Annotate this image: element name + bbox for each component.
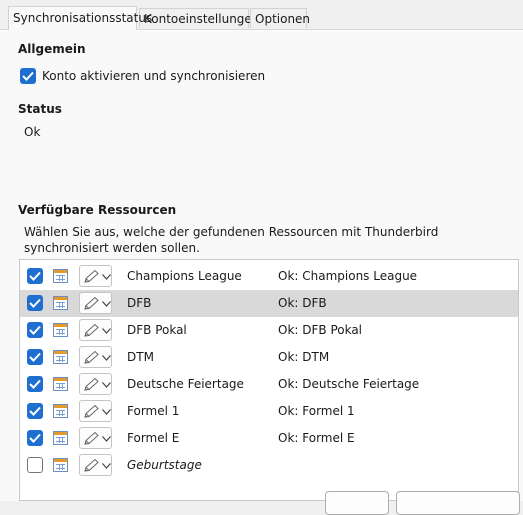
resource-checkbox[interactable] (27, 403, 43, 419)
tab-optionen[interactable]: Optionen (250, 8, 310, 28)
resource-name: Geburtstage (127, 458, 202, 472)
color-picker-button[interactable] (79, 319, 112, 341)
chevron-down-icon (102, 463, 111, 469)
chevron-down-icon (102, 274, 111, 280)
pencil-icon (84, 431, 99, 445)
resource-row[interactable]: Formel 1 Ok: Formel 1 (20, 398, 518, 425)
color-picker-button[interactable] (79, 346, 112, 368)
resource-checkbox[interactable] (27, 430, 43, 446)
calendar-icon (53, 296, 68, 310)
calendar-icon (53, 350, 68, 364)
chevron-down-icon (102, 301, 111, 307)
pencil-icon (84, 377, 99, 391)
resource-status: Ok: Deutsche Feiertage (278, 377, 420, 391)
calendar-icon (53, 404, 68, 418)
resource-row[interactable]: DFB Ok: DFB (20, 290, 518, 317)
calendar-icon (53, 323, 68, 337)
activate-account-label[interactable]: Konto aktivieren und synchronisieren (42, 69, 265, 83)
resource-row[interactable]: Champions League Ok: Champions League (20, 263, 518, 290)
resource-row[interactable]: Formel E Ok: Formel E (20, 425, 518, 452)
resource-checkbox[interactable] (27, 457, 43, 473)
dialog-button[interactable] (396, 491, 520, 515)
pencil-icon (84, 269, 99, 283)
calendar-icon (53, 458, 68, 472)
pencil-icon (84, 323, 99, 337)
resource-checkbox[interactable] (27, 322, 43, 338)
resource-name: DTM (127, 350, 154, 364)
chevron-down-icon (102, 382, 111, 388)
resource-status: Ok: Formel E (278, 431, 355, 445)
checkmark-icon (29, 298, 41, 308)
checkmark-icon (22, 71, 34, 81)
section-title-resources: Verfügbare Ressourcen (18, 203, 177, 217)
pencil-icon (84, 404, 99, 418)
resource-list[interactable]: Champions League Ok: Champions League DFB O… (19, 259, 519, 501)
color-picker-button[interactable] (79, 373, 112, 395)
tab-bar: Synchronisationsstatus Kontoeinstellunge… (0, 0, 523, 30)
resource-name: DFB (127, 296, 152, 310)
color-picker-button[interactable] (79, 454, 112, 476)
color-picker-button[interactable] (79, 400, 112, 422)
calendar-icon (53, 377, 68, 391)
resource-name: Champions League (127, 269, 242, 283)
resource-status: Ok: DTM (278, 350, 330, 364)
resource-checkbox[interactable] (27, 295, 43, 311)
tab-kontoeinstellungen[interactable]: Kontoeinstellungen (139, 8, 259, 28)
checkmark-icon (29, 379, 41, 389)
resource-checkbox[interactable] (27, 376, 43, 392)
chevron-down-icon (102, 328, 111, 334)
pencil-icon (84, 296, 99, 310)
resource-row[interactable]: Geburtstage (20, 452, 518, 479)
pencil-icon (84, 458, 99, 472)
resource-checkbox[interactable] (27, 349, 43, 365)
resource-row[interactable]: Deutsche Feiertage Ok: Deutsche Feiertage (20, 371, 518, 398)
color-picker-button[interactable] (79, 265, 112, 287)
color-picker-button[interactable] (79, 292, 112, 314)
activate-account-checkbox[interactable] (20, 68, 36, 84)
checkmark-icon (29, 271, 41, 281)
checkmark-icon (29, 352, 41, 362)
resource-status: Ok: Formel 1 (278, 404, 355, 418)
checkmark-icon (29, 433, 41, 443)
resource-name: DFB Pokal (127, 323, 187, 337)
resources-description: Wählen Sie aus, welche der gefundenen Re… (24, 225, 439, 255)
resource-checkbox[interactable] (27, 268, 43, 284)
resource-name: Formel E (127, 431, 180, 445)
checkmark-icon (29, 325, 41, 335)
pencil-icon (84, 350, 99, 364)
resource-status: Ok: DFB (278, 296, 327, 310)
resource-name: Deutsche Feiertage (127, 377, 244, 391)
tab-synchronisationsstatus[interactable]: Synchronisationsstatus (8, 6, 152, 30)
checkmark-icon (29, 406, 41, 416)
section-title-status: Status (18, 102, 62, 116)
color-picker-button[interactable] (79, 427, 112, 449)
resource-status: Ok: DFB Pokal (278, 323, 363, 337)
resource-row[interactable]: DFB Pokal Ok: DFB Pokal (20, 317, 518, 344)
resource-name: Formel 1 (127, 404, 180, 418)
calendar-icon (53, 431, 68, 445)
chevron-down-icon (102, 409, 111, 415)
resource-row[interactable]: DTM Ok: DTM (20, 344, 518, 371)
status-value: Ok (24, 125, 41, 139)
chevron-down-icon (102, 355, 111, 361)
section-title-general: Allgemein (18, 42, 86, 56)
chevron-down-icon (102, 436, 111, 442)
resource-status: Ok: Champions League (278, 269, 418, 283)
calendar-icon (53, 269, 68, 283)
dialog-button[interactable] (325, 491, 389, 515)
